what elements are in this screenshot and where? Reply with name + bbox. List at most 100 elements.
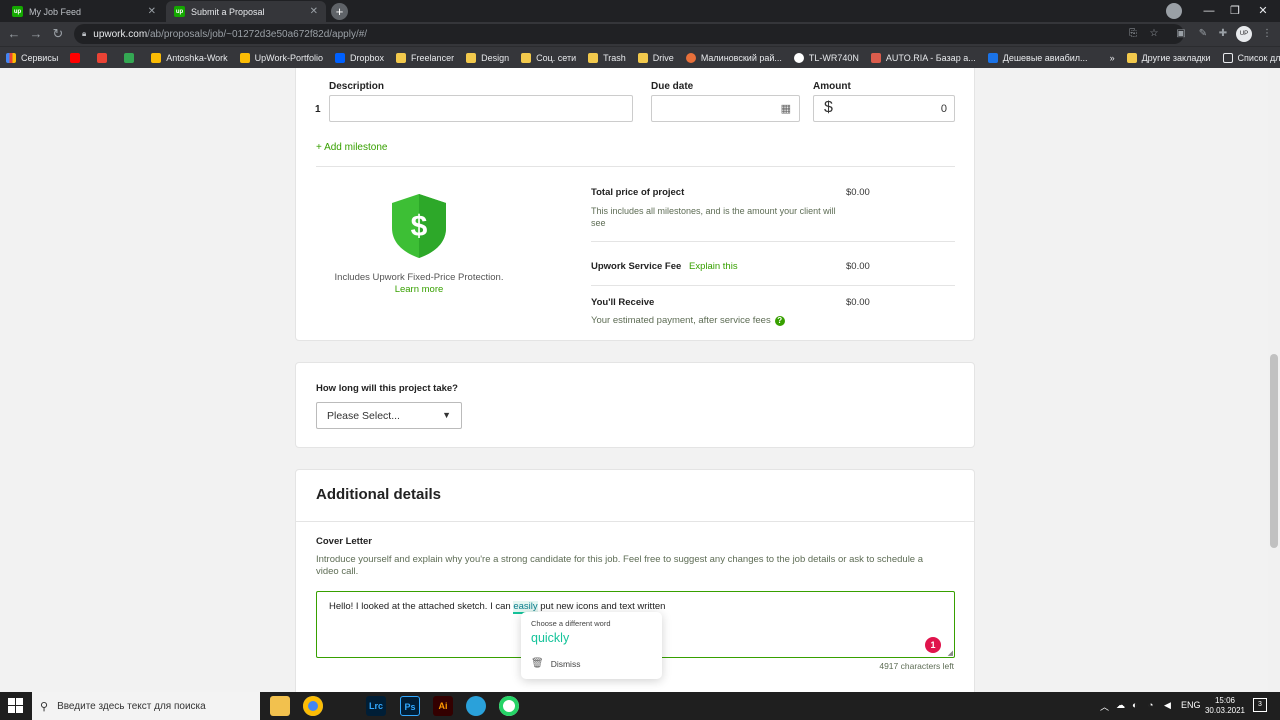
folder-icon: [521, 52, 532, 63]
lightroom-classic-icon[interactable]: Lrc: [366, 696, 386, 716]
bookmark-label: Дешевые авиабил...: [1002, 52, 1088, 63]
address-bar[interactable]: 🔒︎ upwork.com /ab/proposals/job/~01272d3…: [74, 24, 1184, 44]
close-icon[interactable]: ✕: [148, 6, 156, 17]
suggestion-word[interactable]: quickly: [531, 631, 569, 645]
wifi-icon[interactable]: ◔: [1148, 700, 1153, 710]
cover-letter-label: Cover Letter: [316, 536, 372, 547]
bookmark-autoria[interactable]: AUTO.RIA - Базар а...: [865, 52, 982, 63]
bookmark-social[interactable]: Соц. сети: [515, 52, 582, 63]
extension-translate-icon[interactable]: ▣: [1174, 27, 1188, 41]
learn-more-link[interactable]: Learn more: [316, 284, 522, 295]
bookmark-apps[interactable]: Сервисы: [0, 52, 64, 63]
windows-start-icon[interactable]: [8, 698, 24, 714]
bookmark-malinovsky[interactable]: Малиновский рай...: [680, 52, 788, 63]
bookmark-upwork-portfolio[interactable]: UpWork-Portfolio: [234, 52, 329, 63]
cover-letter-text: Hello! I looked at the attached sketch. …: [329, 601, 665, 614]
reload-icon[interactable]: ↻: [49, 25, 67, 43]
profile-icon[interactable]: [1166, 3, 1182, 19]
new-tab-button[interactable]: +: [331, 3, 348, 20]
telegram-icon[interactable]: [466, 696, 486, 716]
volume-icon[interactable]: ◀: [1164, 700, 1171, 711]
cover-text-before: Hello! I looked at the attached sketch. …: [329, 601, 514, 612]
add-milestone-link[interactable]: + Add milestone: [316, 142, 387, 153]
bookmark-freelancer[interactable]: Freelancer: [390, 52, 460, 63]
duration-select[interactable]: Please Select... ▼: [316, 402, 462, 429]
extension-feather-icon[interactable]: ✎: [1196, 27, 1210, 41]
protection-text: Includes Upwork Fixed-Price Protection.: [334, 272, 504, 283]
tab-submit-proposal[interactable]: up Submit a Proposal ✕: [166, 1, 326, 22]
translate-icon[interactable]: ⎘: [1126, 27, 1140, 41]
duration-card: How long will this project take? Please …: [295, 362, 975, 448]
bookmark-antoshka-work[interactable]: Antoshka-Work: [145, 52, 233, 63]
tray-app-icon[interactable]: ☁: [1116, 700, 1125, 711]
bookmark-gmail[interactable]: [91, 52, 118, 63]
forward-icon[interactable]: →: [27, 25, 45, 43]
clock[interactable]: 15:06 30.03.2021: [1204, 696, 1246, 716]
input-language[interactable]: ENG: [1181, 700, 1201, 710]
menu-dots-icon[interactable]: ⋮: [1260, 27, 1274, 41]
profile-avatar-icon[interactable]: UP: [1236, 26, 1252, 42]
bookmark-trash[interactable]: Trash: [582, 52, 632, 63]
help-icon[interactable]: ?: [774, 315, 785, 326]
dollar-sign: $: [824, 99, 833, 116]
owl-icon: [685, 52, 696, 63]
bookmark-dropbox[interactable]: Dropbox: [329, 52, 390, 63]
bookmarks-more[interactable]: »: [1104, 53, 1121, 63]
tab-my-job-feed[interactable]: up My Job Feed ✕: [4, 1, 164, 22]
milestone-amount-input[interactable]: $ 0: [813, 95, 955, 122]
back-icon[interactable]: ←: [5, 25, 23, 43]
folder-icon: [637, 52, 648, 63]
tray-network-icon[interactable]: ◐: [1132, 700, 1137, 710]
bookmark-other[interactable]: Другие закладки: [1121, 52, 1217, 63]
upwork-favicon-icon: up: [174, 6, 185, 17]
opera-icon[interactable]: [336, 696, 356, 716]
bookmark-label: Другие закладки: [1141, 52, 1211, 63]
calendar-icon[interactable]: ▦: [781, 102, 791, 115]
bookmark-design[interactable]: Design: [460, 52, 515, 63]
grammar-issue-badge[interactable]: 1: [925, 637, 941, 653]
bookmark-youtube[interactable]: [64, 52, 91, 63]
restore-icon[interactable]: ❐: [1222, 2, 1248, 20]
explain-this-link[interactable]: Explain this: [689, 261, 738, 272]
page-scrollbar[interactable]: [1268, 68, 1280, 692]
close-window-icon[interactable]: ✕: [1250, 2, 1276, 20]
bookmark-label: Freelancer: [411, 52, 455, 63]
taskbar-search-box[interactable]: ⚲ Введите здесь текст для поиска: [32, 692, 260, 720]
reading-list[interactable]: Список для чтения: [1217, 52, 1280, 63]
bookmark-label: Drive: [652, 52, 674, 63]
bookmark-flights[interactable]: Дешевые авиабил...: [982, 52, 1094, 63]
chrome-icon[interactable]: [303, 696, 323, 716]
bookmark-label: Dropbox: [350, 52, 385, 63]
milestone-description-input[interactable]: [329, 95, 633, 122]
minimize-icon[interactable]: —: [1196, 2, 1222, 20]
file-explorer-icon[interactable]: [270, 696, 290, 716]
divider: [296, 521, 974, 522]
milestone-due-date-input[interactable]: ▦: [651, 95, 800, 122]
bookmark-label: Design: [481, 52, 510, 63]
lock-icon: 🔒︎: [82, 29, 87, 38]
photoshop-icon[interactable]: Ps: [400, 696, 420, 716]
whatsapp-icon[interactable]: [499, 696, 519, 716]
bookmark-drive-folder[interactable]: Drive: [632, 52, 680, 63]
tray-chevron-icon[interactable]: ︿: [1100, 700, 1109, 713]
clock-date: 30.03.2021: [1204, 706, 1246, 715]
terms-card: Description Due date Amount 1 ▦ $ 0 + Ad…: [295, 68, 975, 341]
illustrator-icon[interactable]: Ai: [433, 696, 453, 716]
apps-grid-icon: [6, 52, 16, 63]
bookmarks-bar: Сервисы Antoshka-Work UpWork-Portfolio D…: [0, 46, 1280, 68]
bookmark-tl-wr740n[interactable]: TL-WR740N: [788, 52, 865, 63]
amount-label: Amount: [813, 81, 851, 92]
resize-handle-icon[interactable]: ◢: [948, 649, 953, 657]
tab-title: Submit a Proposal: [191, 6, 265, 17]
upwork-favicon-icon: up: [12, 6, 23, 17]
notification-center-icon[interactable]: 3: [1253, 698, 1267, 712]
folder-icon: [1126, 52, 1137, 63]
scrollbar-thumb[interactable]: [1270, 354, 1278, 548]
extensions-puzzle-icon[interactable]: ✚: [1216, 27, 1230, 41]
url-path: /ab/proposals/job/~01272d3e50a672f82d/ap…: [147, 28, 368, 40]
bookmark-drive[interactable]: [118, 52, 145, 63]
dismiss-button[interactable]: 🗑︎ Dismiss: [531, 658, 580, 669]
close-icon[interactable]: ✕: [310, 6, 318, 17]
duration-select-value: Please Select...: [327, 410, 400, 422]
bookmark-star-icon[interactable]: ☆: [1147, 27, 1161, 41]
